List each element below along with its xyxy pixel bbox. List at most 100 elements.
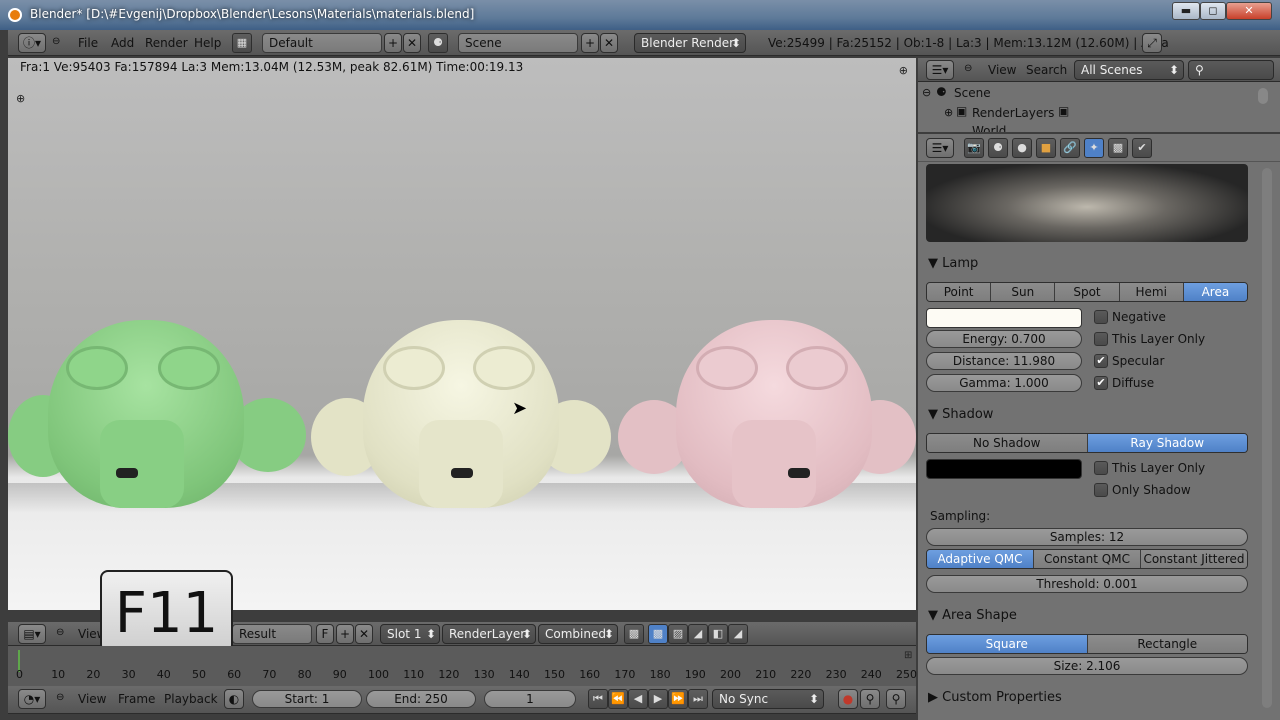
world-context-icon[interactable]: ● (1012, 138, 1032, 158)
properties-scrollbar[interactable] (1262, 168, 1272, 708)
scene-icon[interactable]: ⚈ (428, 33, 448, 53)
editor-type-menu[interactable]: ☰▾ (926, 138, 954, 158)
sync-mode-select[interactable]: No Sync ⬍ (712, 689, 824, 709)
constraints-context-icon[interactable]: 🔗 (1060, 138, 1080, 158)
energy-field[interactable]: Energy: 0.700 (926, 330, 1082, 348)
delete-screen-button[interactable]: ✕ (403, 33, 421, 53)
screen-layout-field[interactable]: Default (262, 33, 382, 53)
lamp-data-context-icon[interactable]: ✦ (1084, 138, 1104, 158)
pin-image-icon[interactable]: ▩ (624, 624, 644, 644)
render-engine-select[interactable]: Blender Render ⬍ (634, 33, 746, 53)
checkbox-specular[interactable]: ✔ (1094, 354, 1108, 368)
new-image-button[interactable]: + (336, 624, 354, 644)
shape-square-button[interactable]: Square (927, 635, 1088, 653)
menu-view[interactable]: View (988, 63, 1016, 77)
corner-plus-icon[interactable]: ⊕ (899, 64, 908, 77)
end-frame-field[interactable]: End: 250 (366, 690, 476, 708)
menu-help[interactable]: Help (194, 36, 221, 50)
close-button[interactable]: ✕ (1226, 2, 1272, 20)
scroll-arrow-icon[interactable]: ⊞ (904, 650, 912, 661)
start-frame-field[interactable]: Start: 1 (252, 690, 362, 708)
current-frame-field[interactable]: 1 (484, 690, 576, 708)
delete-scene-button[interactable]: ✕ (600, 33, 618, 53)
image-name-field[interactable]: Result (232, 624, 312, 644)
minimize-button[interactable]: ▬ (1172, 2, 1200, 20)
draw-rgb-alpha-icon[interactable]: ▩ (648, 624, 668, 644)
checkbox-this-layer-only[interactable] (1094, 332, 1108, 346)
scene-field[interactable]: Scene (458, 33, 578, 53)
expand-icon[interactable]: ⊖ (922, 86, 931, 99)
editor-type-menu[interactable]: ☰▾ (926, 60, 954, 80)
lamp-type-sun-button[interactable]: Sun (991, 283, 1056, 301)
menu-view[interactable]: View (78, 692, 106, 706)
maximize-button[interactable]: ◻ (1200, 2, 1226, 20)
menu-playback[interactable]: Playback (164, 692, 218, 706)
render-context-icon[interactable]: 📷 (964, 138, 984, 158)
outliner-scrollbar[interactable] (1258, 88, 1268, 104)
lamp-color-swatch[interactable] (926, 308, 1082, 328)
physics-context-icon[interactable]: ✔ (1132, 138, 1152, 158)
slot-select[interactable]: Slot 1 ⬍ (380, 624, 440, 644)
keying-record-icon[interactable]: ◐ (224, 689, 244, 709)
lamp-type-spot-button[interactable]: Spot (1055, 283, 1120, 301)
timeline-area[interactable]: 0 10 20 30 40 50 60 70 80 90 100 110 120 130 140 150 160… (8, 646, 917, 686)
render-layer-link-icon[interactable]: ▣ (1058, 104, 1069, 118)
shadow-panel-header[interactable]: ▼ Shadow (928, 407, 993, 422)
outliner-item-scene[interactable]: Scene (954, 86, 991, 100)
area-shape-panel-header[interactable]: ▼ Area Shape (928, 608, 1017, 623)
menu-frame[interactable]: Frame (118, 692, 155, 706)
collapse-icon[interactable]: ⊖ (56, 692, 64, 703)
shadow-mode-ray-shadow-button[interactable]: Ray Shadow (1087, 434, 1247, 452)
outliner-item-world[interactable]: World (972, 124, 1006, 132)
prev-keyframe-icon[interactable]: ⏪ (608, 689, 628, 709)
threshold-field[interactable]: Threshold: 0.001 (926, 575, 1248, 593)
add-screen-button[interactable]: + (384, 33, 402, 53)
shadow-mode-no-shadow-button[interactable]: No Shadow (927, 434, 1088, 452)
next-keyframe-icon[interactable]: ⏩ (668, 689, 688, 709)
checkbox-diffuse[interactable]: ✔ (1094, 376, 1108, 390)
play-icon[interactable]: ▶ (648, 689, 668, 709)
play-reverse-icon[interactable]: ◀ (628, 689, 648, 709)
keyframe-insert-icon[interactable]: ⚲ (886, 689, 906, 709)
render-viewport[interactable]: Fra:1 Ve:95403 Fa:157894 La:3 Mem:13.04M… (8, 58, 916, 610)
texture-context-icon[interactable]: ▩ (1108, 138, 1128, 158)
draw-alpha-icon[interactable]: ◢ (688, 624, 708, 644)
lamp-type-area-button[interactable]: Area (1183, 283, 1247, 301)
expand-icon[interactable]: ⊕ (944, 106, 953, 119)
render-layer-select[interactable]: RenderLayer ⬍ (442, 624, 536, 644)
checkbox-only-shadow[interactable] (1094, 483, 1108, 497)
unlink-image-button[interactable]: ✕ (355, 624, 373, 644)
menu-search[interactable]: Search (1026, 63, 1067, 77)
checkbox-this-layer-only[interactable] (1094, 461, 1108, 475)
outliner-item-renderlayers[interactable]: RenderLayers (972, 106, 1054, 120)
draw-zbuffer-icon[interactable]: ◧ (708, 624, 728, 644)
corner-plus-icon-left[interactable]: ⊕ (16, 92, 25, 105)
render-pass-select[interactable]: Combined ⬍ (538, 624, 618, 644)
editor-type-menu[interactable]: ◔▾ (18, 689, 46, 709)
draw-rgb-icon[interactable]: ▨ (668, 624, 688, 644)
shape-rectangle-button[interactable]: Rectangle (1087, 635, 1247, 653)
add-scene-button[interactable]: + (581, 33, 599, 53)
menu-add[interactable]: Add (111, 36, 134, 50)
custom-properties-panel-header[interactable]: ▶ Custom Properties (928, 690, 1062, 705)
jump-end-icon[interactable]: ⏭ (688, 689, 708, 709)
jump-start-icon[interactable]: ⏮ (588, 689, 608, 709)
scene-context-icon[interactable]: ⚈ (988, 138, 1008, 158)
sampling-adaptive-qmc-button[interactable]: Adaptive QMC (927, 550, 1034, 568)
outliner-search-input[interactable]: ⚲ (1188, 60, 1274, 80)
collapse-icon[interactable]: ⊖ (52, 36, 60, 47)
shadow-color-swatch[interactable] (926, 459, 1082, 479)
gamma-field[interactable]: Gamma: 1.000 (926, 374, 1082, 392)
collapse-icon[interactable]: ⊖ (56, 627, 64, 638)
keying-set-icon[interactable]: ⚲ (860, 689, 880, 709)
menu-render[interactable]: Render (145, 36, 188, 50)
auto-keying-record-icon[interactable]: ● (838, 689, 858, 709)
editor-type-menu[interactable]: ▤▾ (18, 624, 46, 644)
lamp-type-point-button[interactable]: Point (927, 283, 992, 301)
distance-field[interactable]: Distance: 11.980 (926, 352, 1082, 370)
fake-user-button[interactable]: F (316, 624, 334, 644)
collapse-icon[interactable]: ⊖ (964, 63, 972, 74)
screen-layout-icon[interactable]: ▦ (232, 33, 252, 53)
lamp-panel-header[interactable]: ▼ Lamp (928, 256, 978, 271)
samples-field[interactable]: Samples: 12 (926, 528, 1248, 546)
